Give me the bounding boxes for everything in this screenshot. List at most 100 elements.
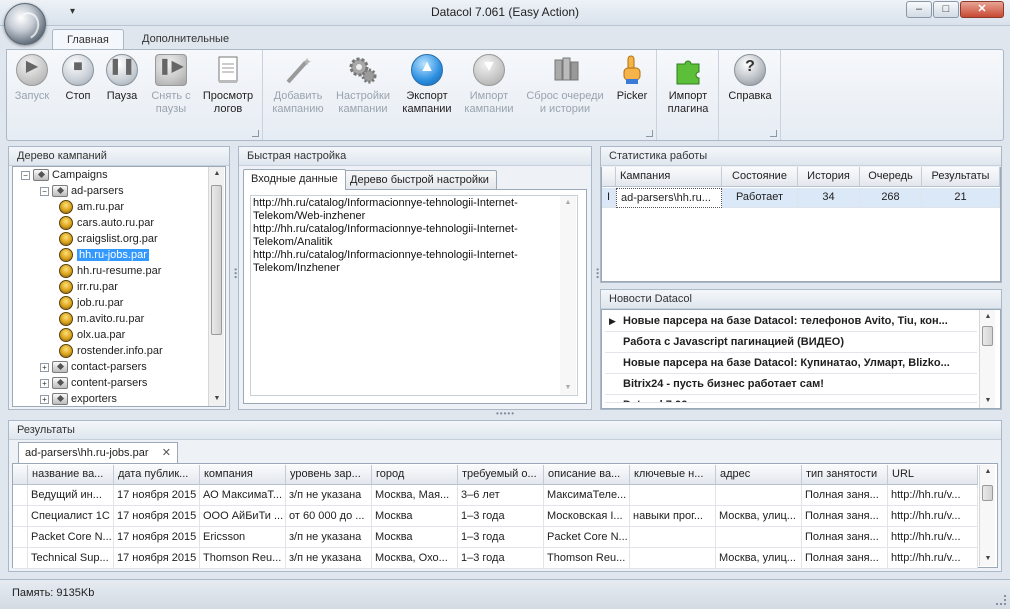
results-column-header[interactable]: дата публик... bbox=[114, 465, 200, 485]
results-cell[interactable]: http://hh.ru/v... bbox=[888, 485, 978, 506]
results-cell[interactable]: от 60 000 до ... bbox=[286, 506, 372, 527]
results-cell[interactable]: Полная заня... bbox=[802, 506, 888, 527]
scroll-down-icon[interactable]: ▼ bbox=[980, 553, 996, 565]
results-cell[interactable]: АО МаксимаТ... bbox=[200, 485, 286, 506]
import-campaign-button[interactable]: ▼ Импорт кампании bbox=[459, 54, 519, 116]
stats-cell-history[interactable]: 34 bbox=[798, 188, 860, 208]
tree-campaign-node[interactable]: job.ru.par bbox=[59, 295, 123, 311]
results-cell[interactable]: http://hh.ru/v... bbox=[888, 506, 978, 527]
stop-button[interactable]: ■ Стоп bbox=[57, 54, 99, 103]
results-cell[interactable]: 1–3 года bbox=[458, 506, 544, 527]
results-cell[interactable]: Москва, улиц... bbox=[716, 506, 802, 527]
results-tab[interactable]: ad-parsers\hh.ru-jobs.par ✕ bbox=[18, 442, 178, 463]
application-menu-orb-icon[interactable] bbox=[4, 3, 46, 45]
results-cell[interactable]: Полная заня... bbox=[802, 527, 888, 548]
stats-header-results[interactable]: Результаты bbox=[922, 167, 1000, 187]
splitter-left[interactable]: ••• bbox=[231, 268, 240, 279]
tree-campaign-node[interactable]: olx.ua.par bbox=[59, 327, 125, 343]
expand-icon[interactable]: + bbox=[40, 362, 49, 372]
stats-header-queue[interactable]: Очередь bbox=[860, 167, 922, 187]
results-cell[interactable]: Московская I... bbox=[544, 506, 630, 527]
close-tab-icon[interactable]: ✕ bbox=[162, 443, 171, 463]
results-scrollbar[interactable]: ▲ ▼ bbox=[979, 465, 995, 566]
export-campaign-button[interactable]: ▲ Экспорт кампании bbox=[397, 54, 457, 116]
import-plugin-button[interactable]: Импорт плагина bbox=[661, 54, 715, 116]
input-data-scrollbar[interactable]: ▲ ▼ bbox=[560, 196, 576, 395]
tree-campaign-node[interactable]: cars.auto.ru.par bbox=[59, 215, 154, 231]
scroll-down-icon[interactable]: ▼ bbox=[209, 393, 225, 405]
results-column-header[interactable]: тип занятости bbox=[802, 465, 888, 485]
group-launcher-icon[interactable] bbox=[252, 130, 259, 137]
tree-campaign-node[interactable]: m.avito.ru.par bbox=[59, 311, 144, 327]
results-cell[interactable] bbox=[630, 548, 716, 569]
news-item[interactable]: Новые парсера на базе Datacol: Купинатао… bbox=[605, 353, 977, 374]
results-column-header[interactable]: уровень зар... bbox=[286, 465, 372, 485]
splitter-right[interactable]: ••• bbox=[593, 268, 602, 279]
stats-header-state[interactable]: Состояние bbox=[722, 167, 798, 187]
results-cell[interactable]: http://hh.ru/v... bbox=[888, 548, 978, 569]
close-button[interactable]: ✕ bbox=[960, 1, 1004, 18]
results-cell[interactable]: ООО АйБиТи ... bbox=[200, 506, 286, 527]
results-column-header[interactable]: требуемый о... bbox=[458, 465, 544, 485]
results-cell[interactable]: з/п не указана bbox=[286, 527, 372, 548]
campaign-settings-button[interactable]: Настройки кампании bbox=[331, 54, 395, 116]
news-item[interactable]: Bitrix24 - пусть бизнес работает сам! bbox=[605, 374, 977, 395]
stats-cell-state[interactable]: Работает bbox=[722, 188, 798, 208]
news-item[interactable]: ▶ Новые парсера на базе Datacol: телефоно… bbox=[605, 311, 977, 332]
splitter-horizontal[interactable]: ••••• bbox=[496, 409, 515, 418]
results-cell[interactable]: 17 ноября 2015 bbox=[114, 527, 200, 548]
results-cell[interactable]: Packet Core N... bbox=[28, 527, 114, 548]
results-cell[interactable]: 3–6 лет bbox=[458, 485, 544, 506]
tab-quick-setup-tree[interactable]: Дерево быстрой настройки bbox=[342, 170, 497, 190]
tab-main[interactable]: Главная bbox=[52, 29, 124, 50]
tree-campaign-node[interactable]: hh.ru-resume.par bbox=[59, 263, 161, 279]
results-cell[interactable]: Thomson Reu... bbox=[544, 548, 630, 569]
minimize-button[interactable]: – bbox=[906, 1, 932, 18]
results-cell[interactable]: МаксимаТеле... bbox=[544, 485, 630, 506]
results-cell[interactable]: 17 ноября 2015 bbox=[114, 506, 200, 527]
results-cell[interactable] bbox=[630, 485, 716, 506]
results-cell[interactable]: Москва, улиц... bbox=[716, 548, 802, 569]
results-cell[interactable]: Packet Core N... bbox=[544, 527, 630, 548]
collapse-icon[interactable]: − bbox=[21, 170, 30, 180]
results-cell[interactable]: Полная заня... bbox=[802, 485, 888, 506]
scroll-down-icon[interactable]: ▼ bbox=[560, 382, 576, 394]
results-cell[interactable] bbox=[716, 527, 802, 548]
results-scroll-thumb[interactable] bbox=[982, 485, 993, 501]
stats-cell-results[interactable]: 21 bbox=[922, 188, 1000, 208]
start-button[interactable]: ▶ Запуск bbox=[9, 54, 55, 103]
picker-button[interactable]: Picker bbox=[611, 54, 653, 103]
results-cell[interactable] bbox=[630, 527, 716, 548]
stats-header-campaign[interactable]: Кампания bbox=[616, 167, 722, 187]
results-cell[interactable]: 1–3 года bbox=[458, 548, 544, 569]
expand-icon[interactable]: + bbox=[40, 394, 49, 404]
collapse-icon[interactable]: − bbox=[40, 186, 49, 196]
results-column-header[interactable]: адрес bbox=[716, 465, 802, 485]
results-cell[interactable]: Москва, Мая... bbox=[372, 485, 458, 506]
reset-queue-button[interactable]: Сброс очереди и истории bbox=[521, 54, 609, 116]
expand-icon[interactable]: + bbox=[40, 378, 49, 388]
results-cell[interactable]: 1–3 года bbox=[458, 527, 544, 548]
view-logs-button[interactable]: Просмотр логов bbox=[199, 54, 257, 116]
scroll-up-icon[interactable]: ▲ bbox=[560, 197, 576, 209]
stats-cell-queue[interactable]: 268 bbox=[860, 188, 922, 208]
tree-folder-node[interactable]: − ad-parsers bbox=[40, 183, 124, 199]
help-button[interactable]: ? Справка bbox=[723, 54, 777, 103]
group-launcher-icon[interactable] bbox=[646, 130, 653, 137]
results-cell[interactable]: 17 ноября 2015 bbox=[114, 485, 200, 506]
tab-additional[interactable]: Дополнительные bbox=[128, 29, 243, 50]
tree-campaign-node[interactable]: hh.ru-jobs.par bbox=[59, 247, 149, 263]
results-cell[interactable]: Москва bbox=[372, 527, 458, 548]
results-cell[interactable]: 17 ноября 2015 bbox=[114, 548, 200, 569]
tree-campaign-node[interactable]: craigslist.org.par bbox=[59, 231, 158, 247]
results-cell[interactable]: Специалист 1С bbox=[28, 506, 114, 527]
tree-campaign-node[interactable]: rostender.info.par bbox=[59, 343, 163, 359]
news-item[interactable]: Работа с Javascript пагинацией (ВИДЕО) bbox=[605, 332, 977, 353]
add-campaign-button[interactable]: ✦ Добавить кампанию bbox=[267, 54, 329, 116]
stats-cell-campaign[interactable]: ad-parsers\hh.ru... bbox=[616, 188, 722, 208]
results-cell[interactable]: Ведущий ин... bbox=[28, 485, 114, 506]
results-cell[interactable]: http://hh.ru/v... bbox=[888, 527, 978, 548]
results-cell[interactable]: навыки прог... bbox=[630, 506, 716, 527]
results-column-header[interactable]: город bbox=[372, 465, 458, 485]
results-cell[interactable]: Thomson Reu... bbox=[200, 548, 286, 569]
